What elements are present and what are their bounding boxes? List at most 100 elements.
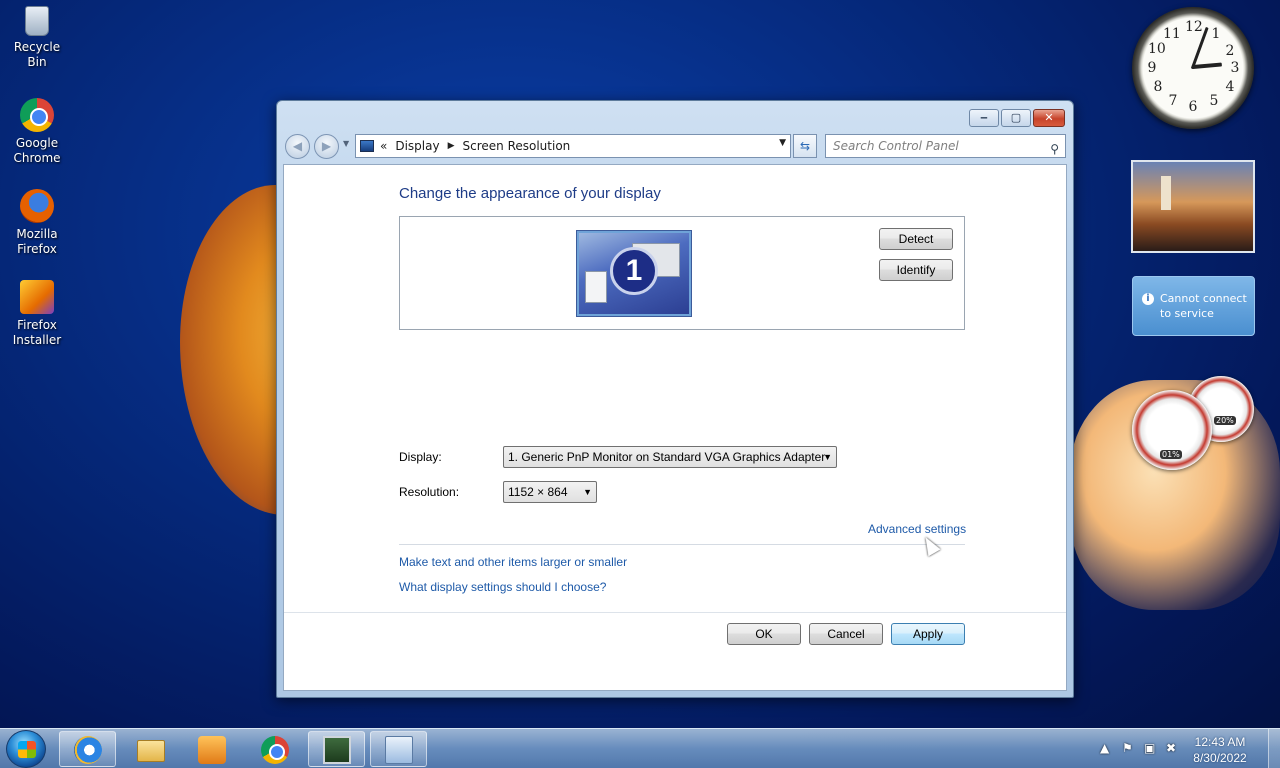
firefox-icon [20, 189, 54, 223]
back-button[interactable]: ◀ [285, 134, 310, 159]
breadcrumb-overflow[interactable]: « [380, 139, 387, 153]
clock-number: 6 [1188, 99, 1198, 115]
show-hidden-icons-icon[interactable]: ▲ [1100, 741, 1109, 755]
network-icon[interactable]: ▣ [1144, 741, 1155, 755]
clock-hour-hand [1191, 62, 1222, 70]
chevron-down-icon: ▼ [583, 487, 592, 497]
cpu-meter-gadget[interactable]: 01% [1132, 390, 1212, 470]
monitor-1-preview[interactable]: 1 [577, 231, 691, 316]
taskbar-item-windows-explorer[interactable] [122, 731, 179, 767]
desktop-icon-recycle-bin[interactable]: Recycle Bin [4, 6, 70, 70]
display-select[interactable]: 1. Generic PnP Monitor on Standard VGA G… [503, 446, 837, 468]
refresh-button[interactable]: ⇆ [793, 134, 817, 158]
clock-number: 4 [1225, 79, 1235, 95]
forward-button[interactable]: ▶ [314, 134, 339, 159]
window-controls: ‒ ▢ ✕ [969, 109, 1065, 127]
recent-pages-dropdown-icon[interactable]: ▼ [343, 139, 349, 148]
back-arrow-icon: ◀ [292, 139, 303, 153]
preview-window-graphic [585, 271, 607, 303]
show-desktop-button[interactable] [1268, 729, 1280, 768]
start-button[interactable] [6, 730, 46, 768]
desktop-icon-google-chrome[interactable]: Google Chrome [4, 98, 70, 166]
taskbar-item-control-panel[interactable] [370, 731, 427, 767]
cpu-meter-value: 01% [1160, 450, 1182, 459]
maximize-button[interactable]: ▢ [1001, 109, 1031, 127]
breadcrumb-display[interactable]: Display [395, 139, 439, 153]
clock-number: 3 [1230, 60, 1240, 76]
search-icon[interactable]: ⚲ [1050, 138, 1059, 160]
taskbar-item-media-player[interactable] [183, 731, 240, 767]
advanced-settings-link[interactable]: Advanced settings [868, 522, 966, 536]
breadcrumb-separator-icon[interactable]: ▶ [448, 141, 455, 151]
maximize-icon: ▢ [1010, 111, 1022, 124]
weather-message: Cannot connect to service [1160, 292, 1247, 320]
resolution-label: Resolution: [399, 485, 460, 499]
resolution-select[interactable]: 1152 × 864 ▼ [503, 481, 597, 503]
desktop-icon-label: Mozilla Firefox [16, 227, 58, 256]
screen-resolution-window: ‒ ▢ ✕ ◀ ▶ ▼ « Display ▶ Screen Resolutio… [276, 100, 1074, 698]
clock-number: 7 [1168, 93, 1178, 109]
clock-display[interactable]: 12:43 AM 8/30/2022 [1180, 734, 1260, 766]
clock-number: 2 [1225, 43, 1235, 59]
desktop-icon-label: Firefox Installer [12, 318, 62, 347]
firefox-installer-icon [20, 280, 54, 314]
windows-explorer-icon [137, 740, 165, 762]
display-label: Display: [399, 450, 442, 464]
tray-date: 8/30/2022 [1193, 751, 1247, 765]
cancel-button[interactable]: Cancel [809, 623, 883, 645]
taskbar: ▲ ⚑ ▣ ✖ 12:43 AM 8/30/2022 [0, 728, 1280, 768]
detect-button[interactable]: Detect [879, 228, 953, 250]
minimize-icon: ‒ [980, 111, 988, 124]
page-title: Change the appearance of your display [399, 185, 661, 202]
clock-number: 8 [1153, 79, 1163, 95]
desktop-icon-firefox-installer[interactable]: Firefox Installer [4, 280, 70, 348]
taskbar-item-internet-explorer[interactable] [59, 731, 116, 767]
desktop-icon-label: Google Chrome [13, 136, 61, 165]
memory-meter-value: 20% [1214, 416, 1236, 425]
weather-gadget[interactable]: i Cannot connect to service [1132, 276, 1255, 336]
breadcrumb-screen-resolution[interactable]: Screen Resolution [463, 139, 571, 153]
content-pane: Change the appearance of your display 1 … [283, 164, 1067, 691]
display-select-value: 1. Generic PnP Monitor on Standard VGA G… [508, 450, 826, 464]
clock-number: 1 [1211, 26, 1221, 42]
clock-number: 5 [1209, 93, 1219, 109]
slideshow-gadget[interactable] [1131, 160, 1255, 253]
forward-arrow-icon: ▶ [321, 139, 332, 153]
control-panel-icon [385, 736, 413, 764]
clock-number: 9 [1147, 60, 1157, 76]
section-divider [399, 544, 965, 545]
address-bar[interactable]: « Display ▶ Screen Resolution ▼ [355, 134, 791, 158]
apply-button[interactable]: Apply [891, 623, 965, 645]
chrome-icon [261, 736, 289, 764]
minimize-button[interactable]: ‒ [969, 109, 999, 127]
desktop-icon-mozilla-firefox[interactable]: Mozilla Firefox [4, 189, 70, 257]
recycle-bin-icon [25, 6, 49, 36]
info-icon: i [1142, 293, 1154, 305]
clock-number: 11 [1163, 26, 1181, 42]
taskbar-item-chrome[interactable] [246, 731, 303, 767]
volume-muted-icon[interactable]: ✖ [1166, 741, 1176, 755]
close-icon: ✕ [1044, 111, 1054, 124]
search-input[interactable]: Search Control Panel ⚲ [825, 134, 1066, 158]
clock-number: 12 [1185, 19, 1203, 35]
desktop-icon-label: Recycle Bin [13, 40, 61, 69]
media-player-icon [198, 736, 226, 764]
clock-gadget[interactable]: 12 1 2 3 4 5 6 7 8 9 10 11 [1132, 7, 1254, 129]
text-size-link[interactable]: Make text and other items larger or smal… [399, 555, 627, 569]
clock-number: 10 [1148, 41, 1166, 57]
system-tray: ▲ ⚑ ▣ ✖ 12:43 AM 8/30/2022 [1090, 729, 1280, 768]
display-settings-help-link[interactable]: What display settings should I choose? [399, 580, 606, 594]
search-placeholder: Search Control Panel [833, 139, 959, 153]
footer-divider [284, 612, 1066, 613]
action-center-flag-icon[interactable]: ⚑ [1122, 741, 1133, 755]
taskbar-item-task-manager[interactable] [308, 731, 365, 767]
tray-time: 12:43 AM [1194, 735, 1246, 749]
display-preview-area: 1 Detect Identify [399, 216, 965, 330]
address-dropdown-icon[interactable]: ▼ [779, 138, 786, 148]
display-icon [360, 140, 374, 152]
identify-button[interactable]: Identify [879, 259, 953, 281]
chevron-down-icon: ▼ [823, 452, 832, 462]
ok-button[interactable]: OK [727, 623, 801, 645]
navigation-bar: ◀ ▶ ▼ « Display ▶ Screen Resolution ▼ ⇆ … [285, 133, 1066, 159]
close-button[interactable]: ✕ [1033, 109, 1065, 127]
